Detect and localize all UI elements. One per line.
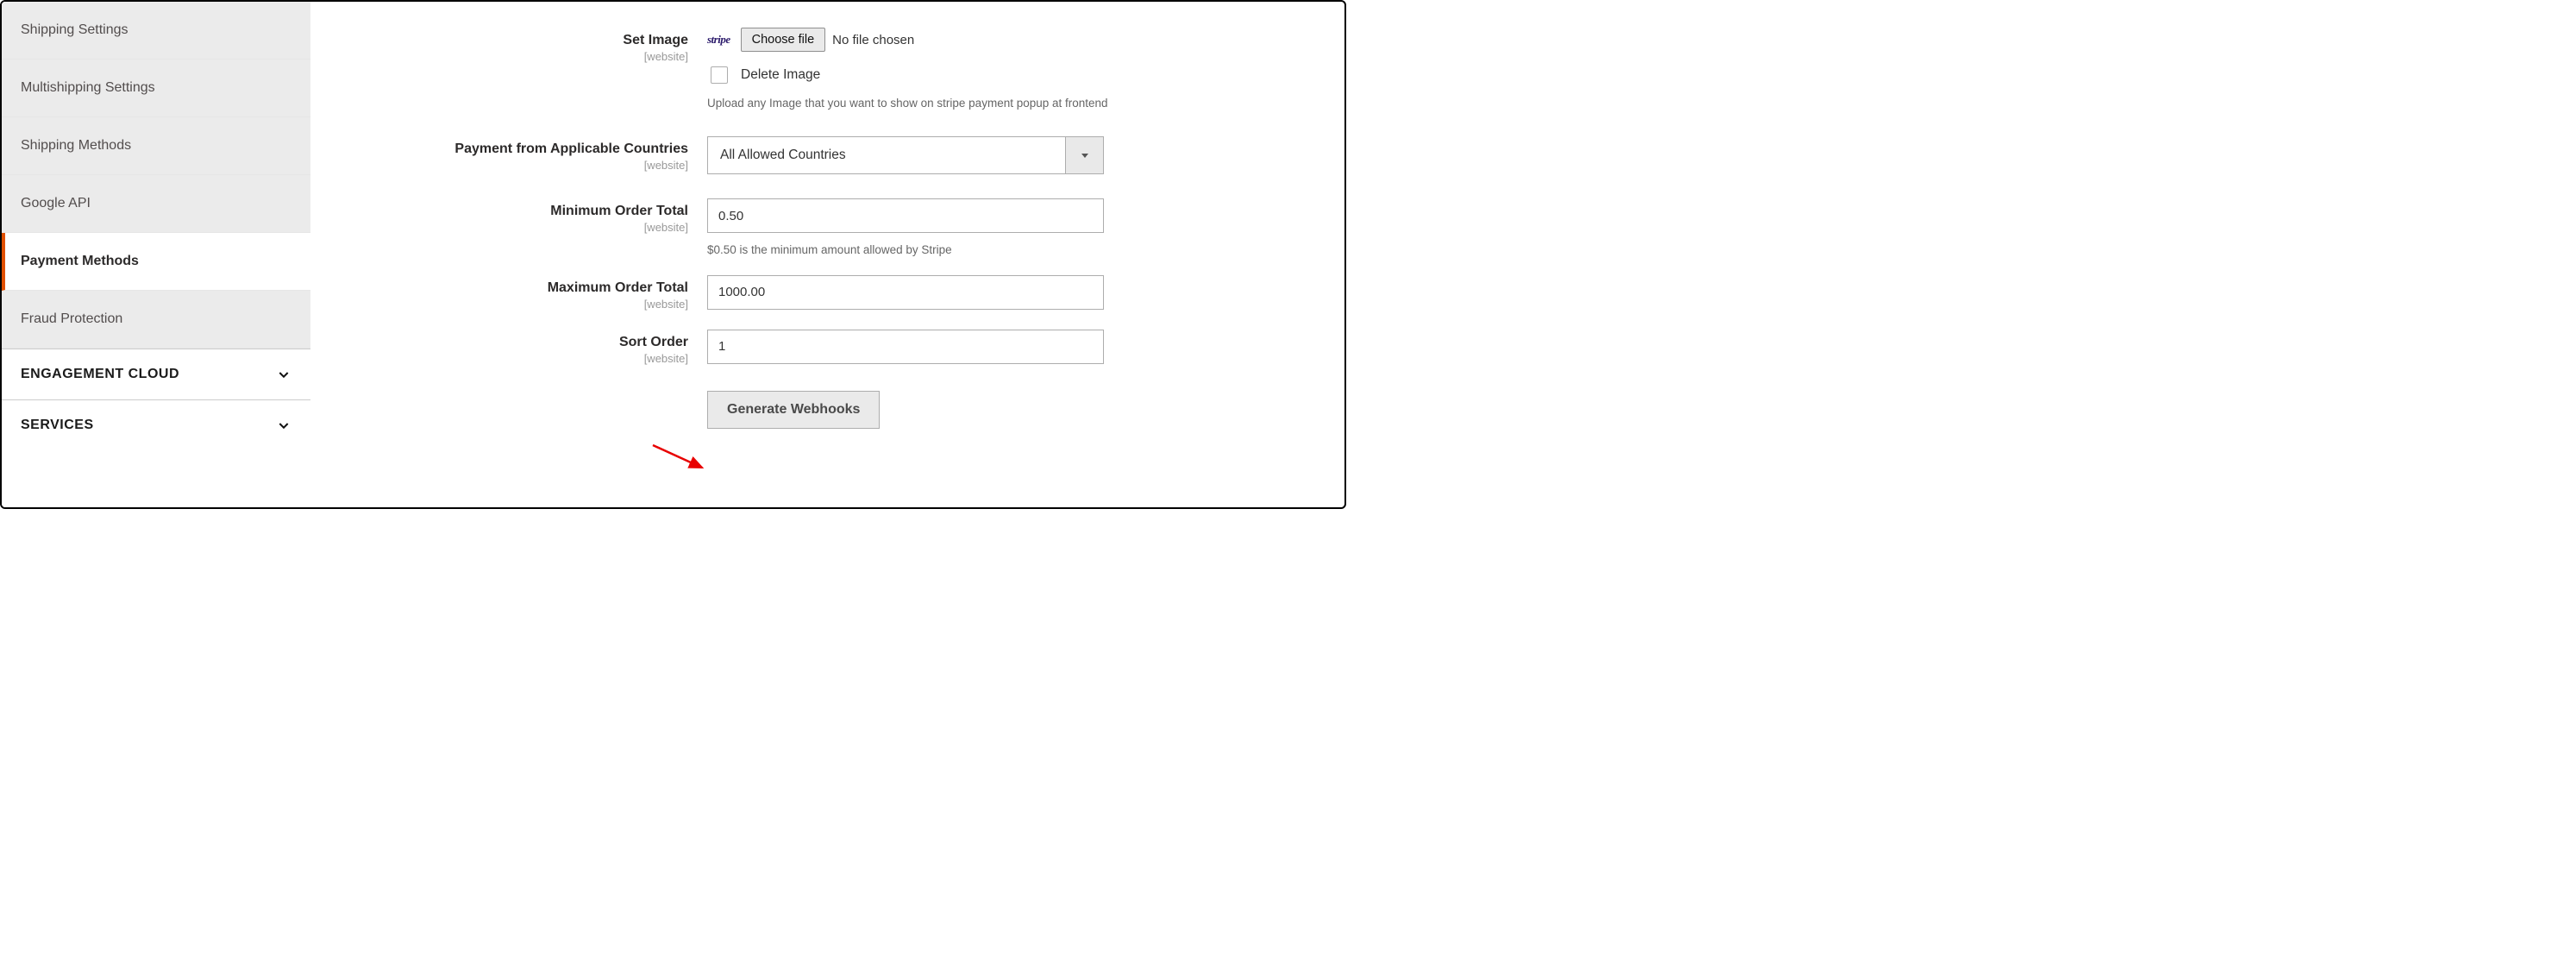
field-label: Maximum Order Total bbox=[345, 280, 688, 296]
settings-form: Set Image [website] stripe Choose file N… bbox=[310, 2, 1344, 507]
delete-image-checkbox[interactable] bbox=[711, 66, 728, 84]
sidebar-item-shipping-settings[interactable]: Shipping Settings bbox=[2, 2, 310, 60]
field-label: Set Image bbox=[345, 33, 688, 48]
generate-webhooks-button[interactable]: Generate Webhooks bbox=[707, 391, 880, 429]
choose-file-button[interactable]: Choose file bbox=[741, 28, 826, 52]
field-minimum-order-total: Minimum Order Total [website] $0.50 is t… bbox=[345, 198, 1293, 259]
field-scope: [website] bbox=[345, 352, 688, 365]
field-scope: [website] bbox=[345, 298, 688, 311]
field-scope: [website] bbox=[345, 221, 688, 234]
field-scope: [website] bbox=[345, 50, 688, 63]
chevron-down-icon bbox=[276, 418, 291, 433]
field-scope: [website] bbox=[345, 159, 688, 172]
sort-order-input[interactable] bbox=[707, 330, 1104, 364]
sidebar-section-label: SERVICES bbox=[21, 418, 94, 433]
sidebar-item-shipping-methods[interactable]: Shipping Methods bbox=[2, 117, 310, 175]
select-value: All Allowed Countries bbox=[708, 137, 1065, 173]
sidebar-section-services[interactable]: SERVICES bbox=[2, 399, 310, 450]
set-image-help-text: Upload any Image that you want to show o… bbox=[707, 95, 1113, 112]
stripe-logo-thumbnail: stripe bbox=[707, 33, 730, 47]
delete-image-label: Delete Image bbox=[741, 67, 820, 83]
field-set-image: Set Image [website] stripe Choose file N… bbox=[345, 28, 1293, 112]
minimum-order-help-text: $0.50 is the minimum amount allowed by S… bbox=[707, 242, 1113, 259]
sidebar-item-payment-methods[interactable]: Payment Methods bbox=[2, 233, 310, 291]
field-label: Minimum Order Total bbox=[345, 204, 688, 219]
sidebar-section-engagement-cloud[interactable]: ENGAGEMENT CLOUD bbox=[2, 349, 310, 399]
maximum-order-total-input[interactable] bbox=[707, 275, 1104, 310]
field-generate-webhooks: Generate Webhooks bbox=[345, 391, 1293, 429]
field-sort-order: Sort Order [website] bbox=[345, 330, 1293, 365]
select-arrow-icon bbox=[1065, 137, 1103, 173]
field-label: Payment from Applicable Countries bbox=[345, 141, 688, 157]
chevron-down-icon bbox=[276, 367, 291, 382]
no-file-chosen-text: No file chosen bbox=[832, 33, 914, 47]
field-maximum-order-total: Maximum Order Total [website] bbox=[345, 275, 1293, 311]
sidebar-section-label: ENGAGEMENT CLOUD bbox=[21, 367, 179, 382]
minimum-order-total-input[interactable] bbox=[707, 198, 1104, 233]
sidebar-item-multishipping-settings[interactable]: Multishipping Settings bbox=[2, 60, 310, 117]
field-applicable-countries: Payment from Applicable Countries [websi… bbox=[345, 136, 1293, 174]
app-frame: Shipping Settings Multishipping Settings… bbox=[0, 0, 1346, 509]
applicable-countries-select[interactable]: All Allowed Countries bbox=[707, 136, 1104, 174]
sidebar-item-google-api[interactable]: Google API bbox=[2, 175, 310, 233]
settings-sidebar: Shipping Settings Multishipping Settings… bbox=[2, 2, 310, 507]
sidebar-item-fraud-protection[interactable]: Fraud Protection bbox=[2, 291, 310, 349]
field-label: Sort Order bbox=[345, 335, 688, 350]
